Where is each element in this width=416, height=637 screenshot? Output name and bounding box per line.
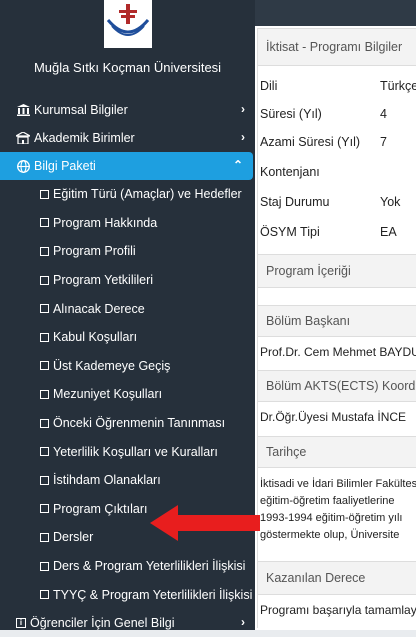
- info-row: Kontenjanı: [258, 158, 416, 186]
- tarihce-line: eğitim-öğretim faaliyetlerine: [260, 495, 395, 507]
- info-value: EA: [380, 225, 397, 239]
- sidebar-subitem-label: Program Yetkilileri: [53, 273, 154, 288]
- info-key: Staj Durumu: [260, 195, 330, 209]
- sidebar-subitem-label: Kabul Koşulları: [53, 330, 138, 345]
- chevron-right-icon: ›: [241, 102, 245, 116]
- kazanilan-derece-heading: Kazanılan Derece: [258, 561, 416, 595]
- info-row: ÖSYM Tipi EA: [258, 218, 416, 246]
- sidebar-subitem-label: Program Hakkında: [53, 215, 158, 230]
- akts-value: Dr.Öğr.Üyesi Mustafa İNCE: [260, 410, 407, 424]
- sidebar-item-akademik-birimler[interactable]: Akademik Birimler ›: [0, 124, 255, 152]
- kazanilan-derece-value: Programı başarıyla tamamlayan: [260, 603, 416, 617]
- akts-heading: Bölüm AKTS(ECTS) Koordinatörü: [258, 370, 416, 402]
- sidebar-subitem-label: Ders & Program Yeterlilikleri İlişkisi: [53, 559, 246, 574]
- sidebar-subitem[interactable]: Program Profili: [0, 237, 255, 266]
- info-key: Süresi (Yıl): [260, 107, 322, 121]
- sidebar-subitem[interactable]: Kabul Koşulları: [0, 323, 255, 352]
- sidebar-subitem-label: Program Profili: [53, 244, 136, 259]
- square-icon: [40, 418, 49, 428]
- square-icon: [40, 532, 49, 542]
- square-icon: [40, 218, 49, 228]
- sidebar-item-label: Akademik Birimler: [34, 131, 135, 145]
- square-icon: [40, 561, 49, 571]
- sidebar-subitem[interactable]: Program Hakkında: [0, 209, 255, 238]
- sidebar-subitem[interactable]: Eğitim Türü (Amaçlar) ve Hedefler: [0, 180, 255, 209]
- square-icon: [40, 361, 49, 371]
- sidebar-subitem-label: Dersler: [53, 530, 94, 545]
- info-row: Azami Süresi (Yıl) 7: [258, 128, 416, 156]
- sidebar-subitem-label: Alınacak Derece: [53, 301, 145, 316]
- sidebar-item-bilgi-paketi[interactable]: Bilgi Paketi ⌃: [0, 152, 253, 180]
- program-info-panel: İktisat - Programı Bilgiler Dili Türkçe S…: [257, 28, 416, 628]
- square-icon: [40, 246, 49, 256]
- info-key: Azami Süresi (Yıl): [260, 135, 361, 149]
- chevron-up-icon: ⌃: [232, 158, 243, 172]
- tarihce-line: İktisadi ve İdari Bilimler Fakültesi: [260, 478, 416, 490]
- sidebar-subitem-label: Mezuniyet Koşulları: [53, 387, 163, 402]
- chevron-right-icon: ›: [241, 614, 245, 629]
- square-icon: [40, 504, 49, 514]
- content-area: İktisat - Programı Bilgiler Dili Türkçe S…: [255, 0, 416, 630]
- sidebar-subitem[interactable]: Program Yetkilileri: [0, 266, 255, 295]
- sidebar-item-label: Kurumsal Bilgiler: [34, 103, 128, 117]
- sidebar-subitem-label: İstihdam Olanakları: [53, 473, 161, 488]
- info-value: Türkçe: [380, 79, 416, 93]
- info-row: Süresi (Yıl) 4: [258, 100, 416, 128]
- sidebar-subitem[interactable]: Mezuniyet Koşulları: [0, 380, 255, 409]
- tarihce-heading: Tarihçe: [258, 436, 416, 468]
- panel-title: İktisat - Programı Bilgiler: [258, 28, 416, 66]
- square-icon: [40, 447, 49, 457]
- bolum-baskani-value: Prof.Dr. Cem Mehmet BAYDUR: [260, 345, 416, 359]
- sidebar-subitem-label: Program Çıktıları: [53, 501, 148, 516]
- sidebar-subitem[interactable]: TYYÇ & Program Yeterlilikleri İlişkisi: [0, 580, 255, 609]
- sidebar-item-ogrenciler-icin-genel-bilgi[interactable]: i Öğrenciler İçin Genel Bilgi ›: [0, 609, 255, 637]
- info-row: Dili Türkçe: [258, 72, 416, 100]
- tarihce-line: göstermekte olup, Üniversite: [260, 529, 400, 541]
- info-row: Staj Durumu Yok: [258, 188, 416, 216]
- square-icon: [40, 475, 49, 485]
- red-arrow-icon: [150, 505, 260, 541]
- globe-icon: [16, 159, 30, 173]
- square-icon: [40, 389, 49, 399]
- bolum-baskani-heading: Bölüm Başkanı: [258, 305, 416, 337]
- sidebar-subitem[interactable]: İstihdam Olanakları: [0, 466, 255, 495]
- university-logo[interactable]: [104, 0, 152, 48]
- sidebar-subitem-label: Üst Kademeye Geçiş: [53, 358, 171, 373]
- sidebar-subitem[interactable]: Önceki Öğrenmenin Tanınması: [0, 409, 255, 438]
- top-strip: [255, 0, 416, 26]
- info-key: Kontenjanı: [260, 165, 320, 179]
- info-icon: i: [16, 617, 26, 628]
- info-value: 4: [380, 107, 387, 121]
- square-icon: [40, 189, 49, 199]
- sidebar-menu: Kurumsal Bilgiler › Akademik Birimler › …: [0, 96, 255, 637]
- sidebar-subitem-label: Önceki Öğrenmenin Tanınması: [53, 416, 226, 431]
- program-icerigi-heading: Program İçeriği: [258, 254, 416, 288]
- info-value: Yok: [380, 195, 401, 209]
- tarihce-line: 1993-1994 eğitim-öğretim yılı: [260, 512, 403, 524]
- sidebar-item-kurumsal-bilgiler[interactable]: Kurumsal Bilgiler ›: [0, 96, 255, 124]
- square-icon: [40, 590, 49, 600]
- sidebar-subitem[interactable]: Ders & Program Yeterlilikleri İlişkisi: [0, 552, 255, 581]
- sidebar-subitem-label: TYYÇ & Program Yeterlilikleri İlişkisi: [53, 587, 253, 602]
- sidebar-item-label: Bilgi Paketi: [34, 159, 96, 173]
- info-key: Dili: [260, 79, 278, 93]
- info-key: ÖSYM Tipi: [260, 225, 320, 239]
- info-value: 7: [380, 135, 387, 149]
- square-icon: [40, 304, 49, 314]
- sidebar-subitem-label: Eğitim Türü (Amaçlar) ve Hedefler: [53, 187, 242, 202]
- square-icon: [40, 275, 49, 285]
- sidebar-item-label: Öğrenciler İçin Genel Bilgi: [30, 615, 175, 630]
- sidebar-subitem-label: Yeterlilik Koşulları ve Kuralları: [53, 444, 218, 459]
- chevron-right-icon: ›: [241, 130, 245, 144]
- sidebar-subitem[interactable]: Alınacak Derece: [0, 294, 255, 323]
- university-name: Muğla Sıtkı Koçman Üniversitesi: [33, 60, 222, 75]
- square-icon: [40, 332, 49, 342]
- bank-icon: [16, 103, 30, 117]
- building-icon: [16, 131, 30, 145]
- sidebar-subitem[interactable]: Yeterlilik Koşulları ve Kuralları: [0, 437, 255, 466]
- sidebar-subitem[interactable]: Üst Kademeye Geçiş: [0, 352, 255, 381]
